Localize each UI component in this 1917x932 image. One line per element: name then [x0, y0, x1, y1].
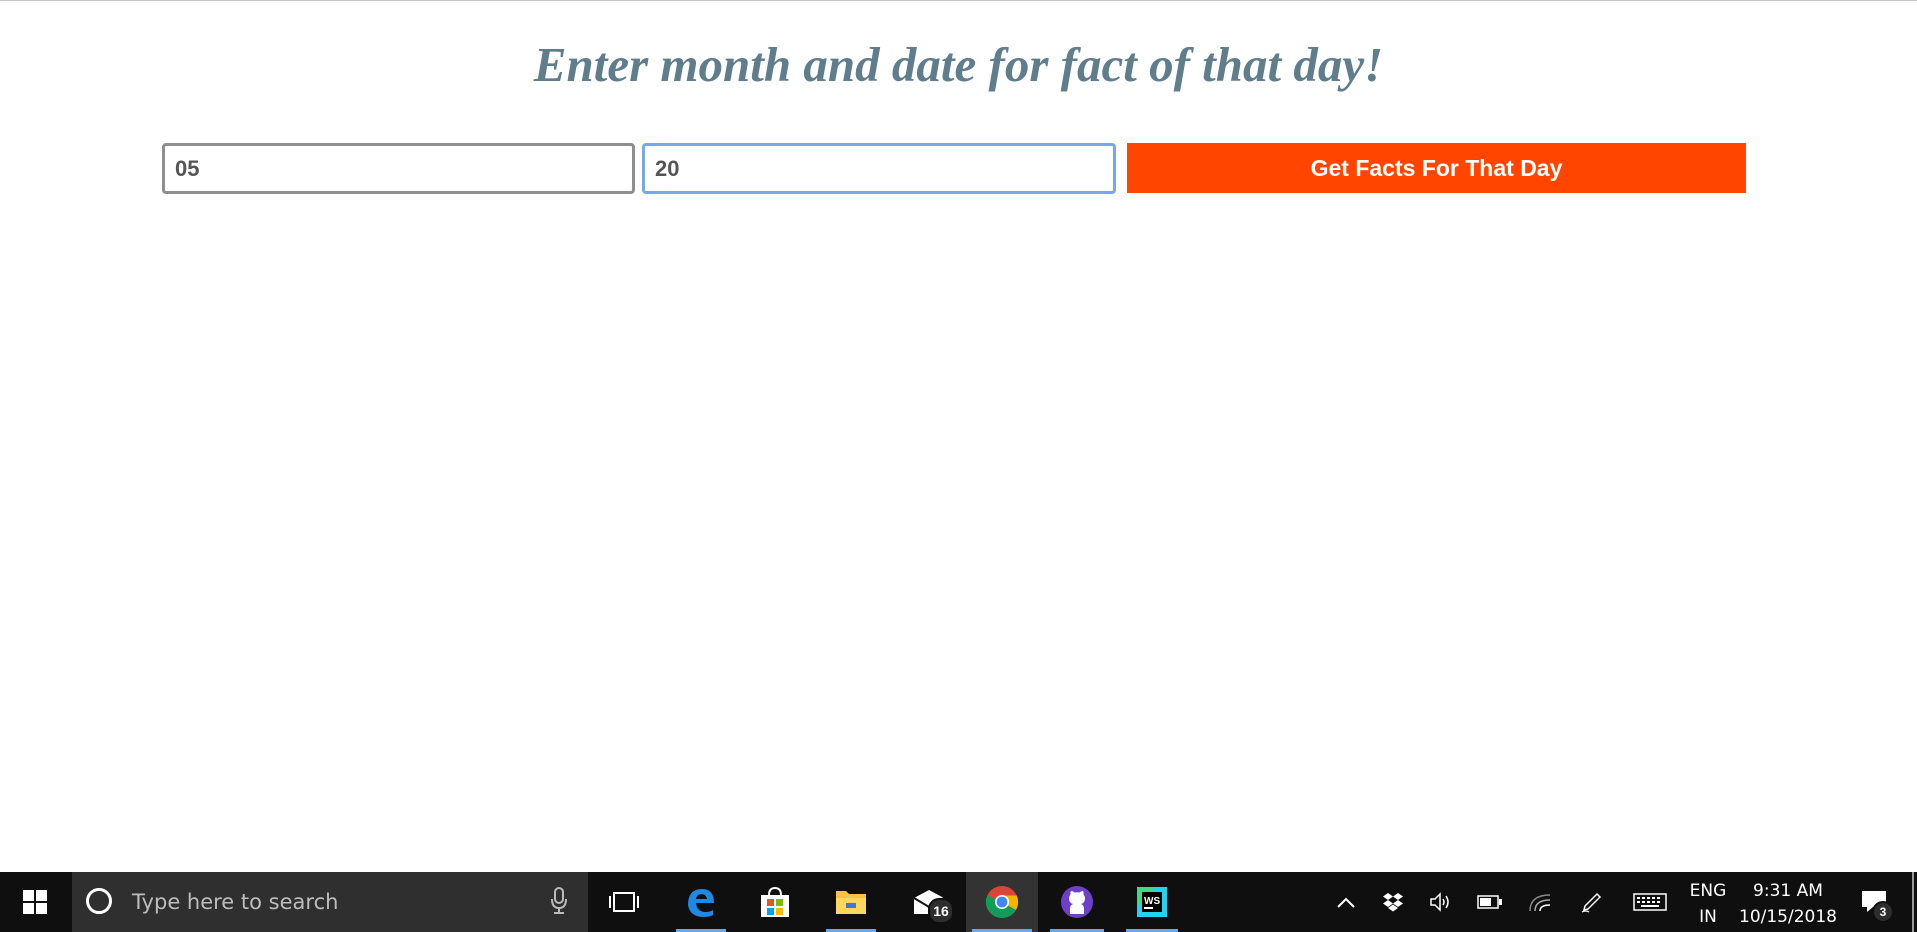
- date-form: Get Facts For That Day: [162, 143, 1746, 194]
- tray-battery[interactable]: [1474, 872, 1506, 932]
- action-center-button[interactable]: 3: [1850, 872, 1900, 932]
- taskbar-search[interactable]: Type here to search: [72, 872, 588, 932]
- language-code: ENG: [1689, 881, 1727, 901]
- show-hidden-icons-button[interactable]: [1330, 872, 1362, 932]
- search-placeholder: Type here to search: [132, 890, 339, 914]
- tray-keyboard[interactable]: [1630, 872, 1670, 932]
- github-icon: [1061, 886, 1093, 918]
- page-content: Enter month and date for fact of that da…: [0, 0, 1917, 872]
- get-facts-button[interactable]: Get Facts For That Day: [1127, 143, 1746, 193]
- battery-icon: [1477, 895, 1502, 909]
- mail-unread-badge: 16: [928, 898, 954, 924]
- taskbar-app-store[interactable]: [744, 872, 806, 932]
- task-view-button[interactable]: [596, 872, 652, 932]
- tray-network[interactable]: [1524, 872, 1556, 932]
- taskbar-app-edge[interactable]: [670, 872, 732, 932]
- windows-logo-icon: [23, 890, 47, 914]
- task-view-icon: [609, 892, 639, 912]
- wifi-icon: [1529, 894, 1551, 912]
- speaker-icon: [1430, 892, 1449, 912]
- webstorm-icon: WS: [1137, 887, 1167, 917]
- tray-dropbox[interactable]: [1378, 872, 1408, 932]
- taskbar-app-github[interactable]: [1044, 872, 1110, 932]
- system-clock[interactable]: 9:31 AM 10/15/2018: [1738, 878, 1838, 930]
- edge-icon: [688, 889, 714, 917]
- file-explorer-icon: [836, 891, 866, 914]
- start-button[interactable]: [0, 872, 70, 932]
- chevron-up-icon: [1337, 897, 1355, 908]
- show-desktop-button[interactable]: [1912, 872, 1914, 932]
- microphone-icon[interactable]: [550, 887, 568, 915]
- taskbar-app-file-explorer[interactable]: [820, 872, 882, 932]
- notification-count-badge: 3: [1872, 901, 1894, 923]
- taskbar-app-webstorm[interactable]: WS: [1120, 872, 1184, 932]
- clock-date: 10/15/2018: [1739, 907, 1837, 927]
- language-region: IN: [1699, 907, 1717, 927]
- page-title: Enter month and date for fact of that da…: [533, 37, 1384, 92]
- day-input[interactable]: [642, 143, 1116, 194]
- taskbar: Type here to search 16 WS ENG IN 9:31 AM…: [0, 872, 1917, 932]
- clock-time: 9:31 AM: [1753, 881, 1823, 901]
- cortana-icon[interactable]: [86, 888, 112, 914]
- taskbar-app-mail[interactable]: 16: [896, 872, 962, 932]
- taskbar-app-chrome[interactable]: [966, 872, 1038, 932]
- tray-pen[interactable]: [1576, 872, 1608, 932]
- tray-volume[interactable]: [1426, 872, 1456, 932]
- chrome-icon: [985, 886, 1019, 919]
- svg-text:WS: WS: [1144, 896, 1160, 907]
- keyboard-icon: [1633, 893, 1667, 911]
- dropbox-icon: [1383, 893, 1403, 912]
- pen-icon: [1581, 892, 1602, 913]
- store-icon: [761, 886, 789, 917]
- input-language[interactable]: ENG IN: [1686, 878, 1730, 930]
- month-input[interactable]: [162, 143, 635, 194]
